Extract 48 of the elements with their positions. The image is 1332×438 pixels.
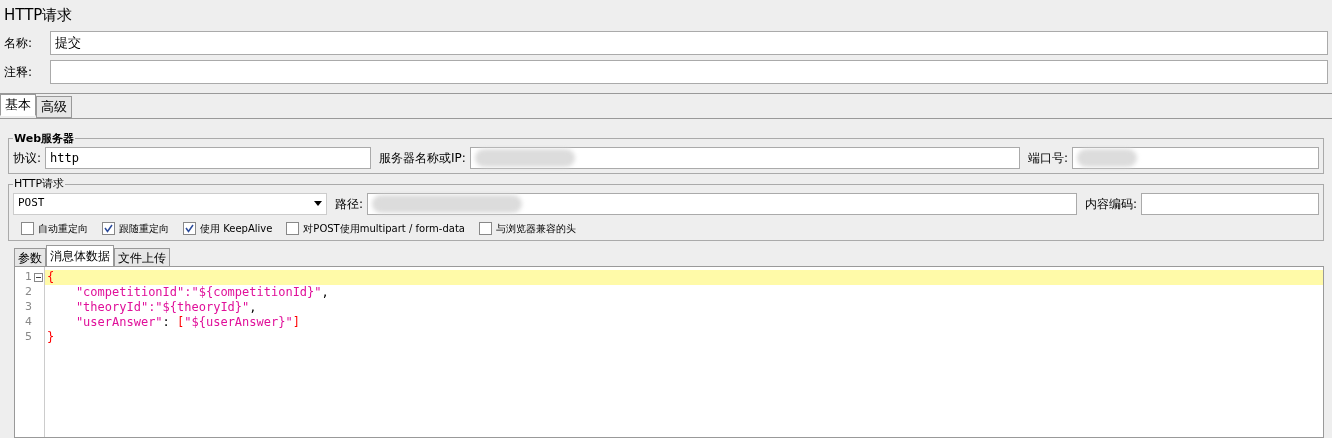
line-number: 3: [25, 298, 32, 315]
checkbox[interactable]: [21, 221, 34, 235]
code-line: "theoryId":"${theoryId}",: [74, 299, 258, 315]
checkbox-label: 使用 KeepAlive: [200, 221, 273, 236]
checkbox-label: 对POST使用multipart / form-data: [303, 221, 465, 236]
encoding-field[interactable]: [1141, 192, 1319, 215]
code-editor[interactable]: 1 2 3 4 5 { "competitionId":"${competitionId}", "theoryId":"${theoryId}", "userAnswer": ["${userAnswer}"] }: [14, 265, 1324, 438]
tab[interactable]: 消息体数据: [46, 244, 114, 267]
line-number: 2: [25, 283, 32, 300]
fold-icon[interactable]: [34, 272, 43, 282]
check-icon: [104, 223, 113, 233]
field-label: 端口号:: [1027, 150, 1068, 167]
panel-title: HTTP请求: [3, 5, 74, 26]
field-label: 服务器名称或IP:: [379, 150, 466, 167]
tab[interactable]: 高级: [36, 95, 72, 118]
field-label: 内容编码:: [1085, 195, 1138, 213]
field-label: 名称:: [4, 34, 34, 52]
checkbox[interactable]: [183, 221, 196, 235]
checkbox[interactable]: [102, 221, 115, 235]
checkbox[interactable]: [286, 221, 300, 235]
field-label: 路径:: [335, 195, 364, 213]
checkbox-label: 与浏览器兼容的头: [495, 221, 576, 236]
blurred-text: [1076, 149, 1137, 167]
line-number: 4: [25, 313, 32, 330]
server-field[interactable]: [469, 147, 1020, 169]
path-field[interactable]: [367, 192, 1078, 215]
checkbox-label: 跟随重定向: [119, 221, 169, 236]
group-legend: HTTP请求: [13, 176, 66, 193]
comment-field[interactable]: [50, 59, 1328, 84]
code-line: "userAnswer": ["${userAnswer}"]: [74, 314, 301, 330]
dropdown-caret-icon: [314, 201, 322, 206]
checkbox[interactable]: [478, 221, 492, 235]
field-label: 注释:: [4, 63, 34, 81]
group-legend: Web服务器: [13, 130, 76, 147]
field-label: 协议:: [13, 150, 42, 167]
tab[interactable]: 参数: [14, 247, 46, 267]
name-field[interactable]: 提交: [50, 30, 1328, 55]
line-number: 5: [25, 328, 32, 345]
method-dropdown[interactable]: POST: [13, 192, 327, 215]
tab[interactable]: 基本: [0, 93, 36, 116]
check-icon: [185, 223, 194, 233]
checkbox-label: 自动重定向: [38, 221, 88, 236]
port-field[interactable]: [1071, 147, 1319, 169]
protocol-field[interactable]: http: [45, 147, 372, 169]
code-line: }: [46, 329, 56, 345]
tab[interactable]: 文件上传: [114, 247, 170, 267]
line-number: 1: [25, 268, 32, 285]
code-line: "competitionId":"${competitionId}",: [74, 284, 330, 300]
